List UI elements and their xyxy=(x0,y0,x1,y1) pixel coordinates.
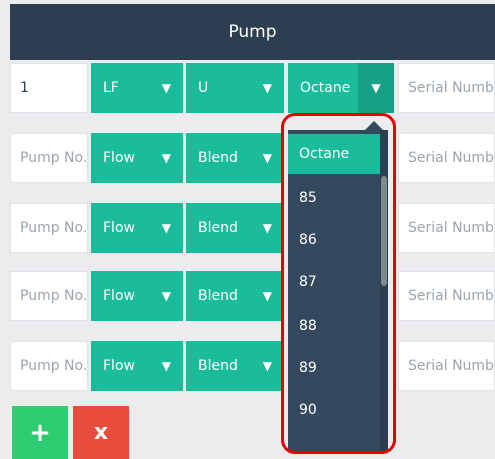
caret-down-icon: ▼ xyxy=(262,359,272,373)
octane-select[interactable]: Octane ▼ xyxy=(288,63,394,113)
flow-value: Flow xyxy=(103,288,135,304)
caret-down-icon: ▼ xyxy=(262,289,272,303)
pump-no-placeholder: Pump No. xyxy=(20,288,88,304)
flow-select[interactable]: Flow ▼ xyxy=(91,341,183,391)
pump-header: Pump xyxy=(10,4,495,60)
octane-option[interactable]: Octane xyxy=(288,134,380,174)
remove-row-button[interactable]: x xyxy=(73,406,129,459)
serial-placeholder: Serial Number xyxy=(408,150,494,166)
flow-select[interactable]: Flow ▼ xyxy=(91,133,183,183)
serial-number-input[interactable]: Serial Number xyxy=(398,341,495,391)
option-label: Octane xyxy=(299,146,350,162)
octane-option[interactable]: 86 xyxy=(288,220,380,260)
blend-value: Blend xyxy=(198,150,238,166)
flow-select[interactable]: Flow ▼ xyxy=(91,203,183,253)
flow-value: LF xyxy=(103,80,119,96)
pump-no-placeholder: Pump No. xyxy=(20,220,88,236)
caret-down-icon: ▼ xyxy=(262,151,272,165)
plus-icon: + xyxy=(29,417,51,448)
option-label: 89 xyxy=(299,360,317,376)
option-label: 87 xyxy=(299,274,317,290)
pump-row-1: 1 LF ▼ U ▼ Octane ▼ Serial Number xyxy=(0,63,495,113)
flow-value: Flow xyxy=(103,358,135,374)
octane-option[interactable]: 90 xyxy=(288,390,380,430)
pump-no-input[interactable]: Pump No. xyxy=(10,203,88,253)
option-label: 85 xyxy=(299,190,317,206)
serial-placeholder: Serial Number xyxy=(408,220,494,236)
blend-value: U xyxy=(198,80,209,96)
octane-value: Octane xyxy=(300,80,351,96)
blend-value: Blend xyxy=(198,358,238,374)
pump-no-input[interactable]: Pump No. xyxy=(10,271,88,321)
octane-option[interactable]: 89 xyxy=(288,348,380,388)
blend-value: Blend xyxy=(198,220,238,236)
scrollbar-thumb[interactable] xyxy=(381,176,387,286)
blend-select[interactable]: Blend ▼ xyxy=(186,203,284,253)
pump-no-placeholder: Pump No. xyxy=(20,150,88,166)
option-label: 90 xyxy=(299,402,317,418)
pump-row-5: Pump No. Flow ▼ Blend ▼ Serial Number xyxy=(0,341,495,391)
blend-select[interactable]: U ▼ xyxy=(186,63,284,113)
pump-no-input[interactable]: Pump No. xyxy=(10,133,88,183)
caret-down-icon: ▼ xyxy=(161,359,171,373)
octane-option[interactable]: 85 xyxy=(288,178,380,218)
octane-option[interactable]: 87 xyxy=(288,262,380,302)
serial-number-input[interactable]: Serial Number xyxy=(398,203,495,253)
pump-no-value: 1 xyxy=(20,80,29,96)
serial-number-input[interactable]: Serial Number xyxy=(398,271,495,321)
flow-select[interactable]: Flow ▼ xyxy=(91,271,183,321)
serial-placeholder: Serial Number xyxy=(408,358,494,374)
octane-option[interactable]: 88 xyxy=(288,306,380,346)
serial-number-input[interactable]: Serial Number xyxy=(398,63,495,113)
pump-row-3: Pump No. Flow ▼ Blend ▼ Serial Number xyxy=(0,203,495,253)
add-row-button[interactable]: + xyxy=(12,406,68,459)
caret-down-icon: ▼ xyxy=(161,81,171,95)
blend-value: Blend xyxy=(198,288,238,304)
octane-dropdown-menu: Octane 85 86 87 88 89 90 xyxy=(288,130,388,452)
caret-down-icon: ▼ xyxy=(161,151,171,165)
option-label: 88 xyxy=(299,318,317,334)
flow-value: Flow xyxy=(103,150,135,166)
caret-down-icon: ▼ xyxy=(262,81,272,95)
pump-title: Pump xyxy=(228,22,277,42)
blend-select[interactable]: Blend ▼ xyxy=(186,133,284,183)
serial-placeholder: Serial Number xyxy=(408,288,494,304)
dropdown-caret xyxy=(365,121,383,130)
pump-row-4: Pump No. Flow ▼ Blend ▼ Serial Number xyxy=(0,271,495,321)
dropdown-scrollbar[interactable] xyxy=(380,130,388,452)
flow-select[interactable]: LF ▼ xyxy=(91,63,183,113)
option-label: 86 xyxy=(299,232,317,248)
pump-no-placeholder: Pump No. xyxy=(20,358,88,374)
blend-select[interactable]: Blend ▼ xyxy=(186,341,284,391)
caret-down-icon: ▼ xyxy=(161,289,171,303)
blend-select[interactable]: Blend ▼ xyxy=(186,271,284,321)
serial-number-input[interactable]: Serial Number xyxy=(398,133,495,183)
caret-down-icon: ▼ xyxy=(262,221,272,235)
flow-value: Flow xyxy=(103,220,135,236)
close-icon: x xyxy=(93,420,109,445)
pump-no-input[interactable]: 1 xyxy=(10,63,88,113)
serial-placeholder: Serial Number xyxy=(408,80,494,96)
caret-down-icon[interactable]: ▼ xyxy=(358,63,394,113)
pump-no-input[interactable]: Pump No. xyxy=(10,341,88,391)
caret-down-icon: ▼ xyxy=(161,221,171,235)
pump-row-2: Pump No. Flow ▼ Blend ▼ Serial Number xyxy=(0,133,495,183)
